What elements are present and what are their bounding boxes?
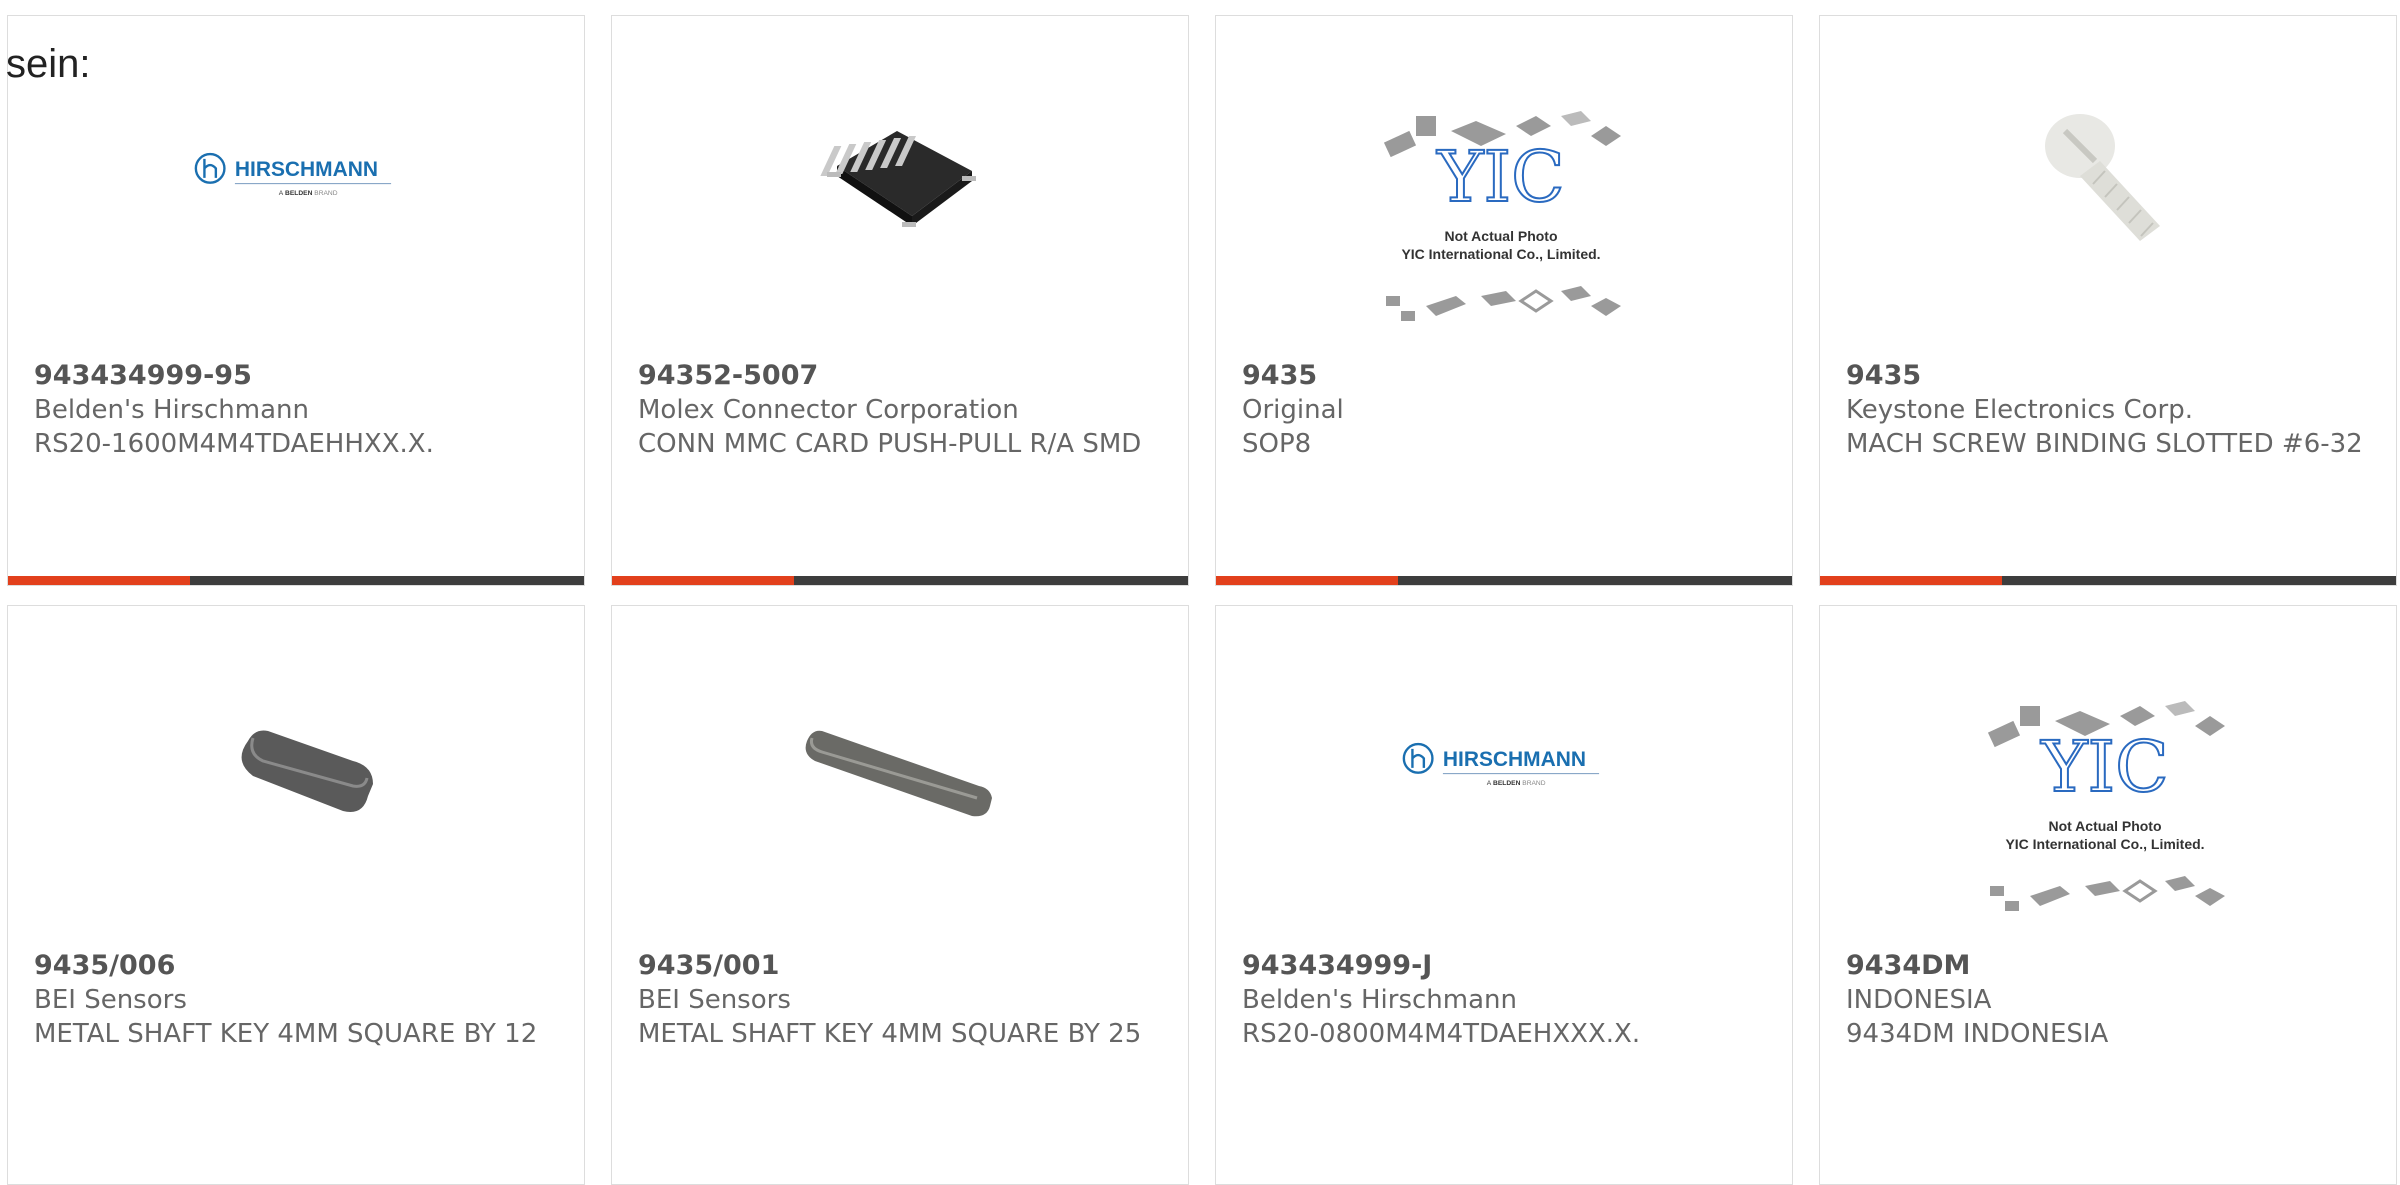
svg-text:YIC International Co., Limited: YIC International Co., Limited. — [1401, 246, 1600, 262]
part-number[interactable]: 9435 — [1846, 359, 2376, 393]
hirschmann-logo: HIRSCHMANN A BELDEN BRAND — [1401, 666, 1601, 866]
part-number[interactable]: 9435/006 — [34, 949, 564, 983]
part-number[interactable]: 9435/001 — [638, 949, 1168, 983]
svg-text:A BELDEN BRAND: A BELDEN BRAND — [1487, 780, 1546, 787]
manufacturer: Belden's Hirschmann — [1242, 985, 1517, 1015]
shaft-key-image — [193, 666, 393, 866]
product-card[interactable]: HIRSCHMANN A BELDEN BRAND 943434999-J Be… — [1215, 605, 1793, 1185]
yic-placeholder-image: YIC Not Actual Photo YIC International C… — [1366, 106, 1636, 356]
svg-text:Not Actual Photo: Not Actual Photo — [1444, 228, 1557, 244]
product-card[interactable]: 9435 Keystone Electronics Corp. MACH SCR… — [1819, 15, 2397, 586]
card-bar — [1820, 576, 2396, 585]
description: MACH SCREW BINDING SLOTTED #6-32 — [1846, 429, 2363, 459]
product-card[interactable]: 9435/006 BEI Sensors METAL SHAFT KEY 4MM… — [7, 605, 585, 1185]
product-card[interactable]: HIRSCHMANN A BELDEN BRAND 943434999-95 B… — [7, 15, 585, 586]
description: RS20-0800M4M4TDAEHXXX.X. — [1242, 1019, 1641, 1049]
manufacturer: BEI Sensors — [638, 985, 791, 1015]
svg-text:YIC International Co., Limited: YIC International Co., Limited. — [2005, 836, 2204, 852]
card-bar — [1216, 576, 1792, 585]
svg-text:Not Actual Photo: Not Actual Photo — [2048, 818, 2161, 834]
description: CONN MMC CARD PUSH-PULL R/A SMD — [638, 429, 1142, 459]
svg-text:A BELDEN BRAND: A BELDEN BRAND — [279, 190, 338, 197]
product-card[interactable]: 94352-5007 Molex Connector Corporation C… — [611, 15, 1189, 586]
description: METAL SHAFT KEY 4MM SQUARE BY 12 — [34, 1019, 538, 1049]
part-number[interactable]: 943434999-J — [1242, 949, 1772, 983]
svg-text:YIC: YIC — [2040, 726, 2168, 808]
product-card[interactable]: YIC Not Actual Photo YIC International C… — [1215, 15, 1793, 586]
manufacturer: BEI Sensors — [34, 985, 187, 1015]
part-number[interactable]: 9435 — [1242, 359, 1772, 393]
svg-text:HIRSCHMANN: HIRSCHMANN — [1443, 748, 1586, 771]
manufacturer: Belden's Hirschmann — [34, 395, 309, 425]
manufacturer: Original — [1242, 395, 1344, 425]
svg-text:HIRSCHMANN: HIRSCHMANN — [235, 158, 378, 181]
intro-text: sein: — [6, 42, 91, 86]
part-number[interactable]: 943434999-95 — [34, 359, 564, 393]
svg-text:YIC: YIC — [1436, 136, 1564, 218]
manufacturer: Molex Connector Corporation — [638, 395, 1019, 425]
description: METAL SHAFT KEY 4MM SQUARE BY 25 — [638, 1019, 1142, 1049]
description: 9434DM INDONESIA — [1846, 1019, 2109, 1049]
description: SOP8 — [1242, 429, 1312, 459]
yic-placeholder-image: YIC Not Actual Photo YIC International C… — [1970, 696, 2240, 946]
hirschmann-logo: HIRSCHMANN A BELDEN BRAND — [193, 76, 393, 276]
card-bar — [8, 576, 584, 585]
manufacturer: INDONESIA — [1846, 985, 1992, 1015]
product-card[interactable]: 9435/001 BEI Sensors METAL SHAFT KEY 4MM… — [611, 605, 1189, 1185]
card-connector-image — [797, 76, 997, 276]
description: RS20-1600M4M4TDAEHHXX.X. — [34, 429, 434, 459]
card-bar — [612, 576, 1188, 585]
manufacturer: Keystone Electronics Corp. — [1846, 395, 2194, 425]
product-card[interactable]: YIC Not Actual Photo YIC International C… — [1819, 605, 2397, 1185]
shaft-key-image — [797, 666, 997, 866]
part-number[interactable]: 9434DM — [1846, 949, 2376, 983]
part-number[interactable]: 94352-5007 — [638, 359, 1168, 393]
nylon-screw-image — [2005, 76, 2205, 276]
